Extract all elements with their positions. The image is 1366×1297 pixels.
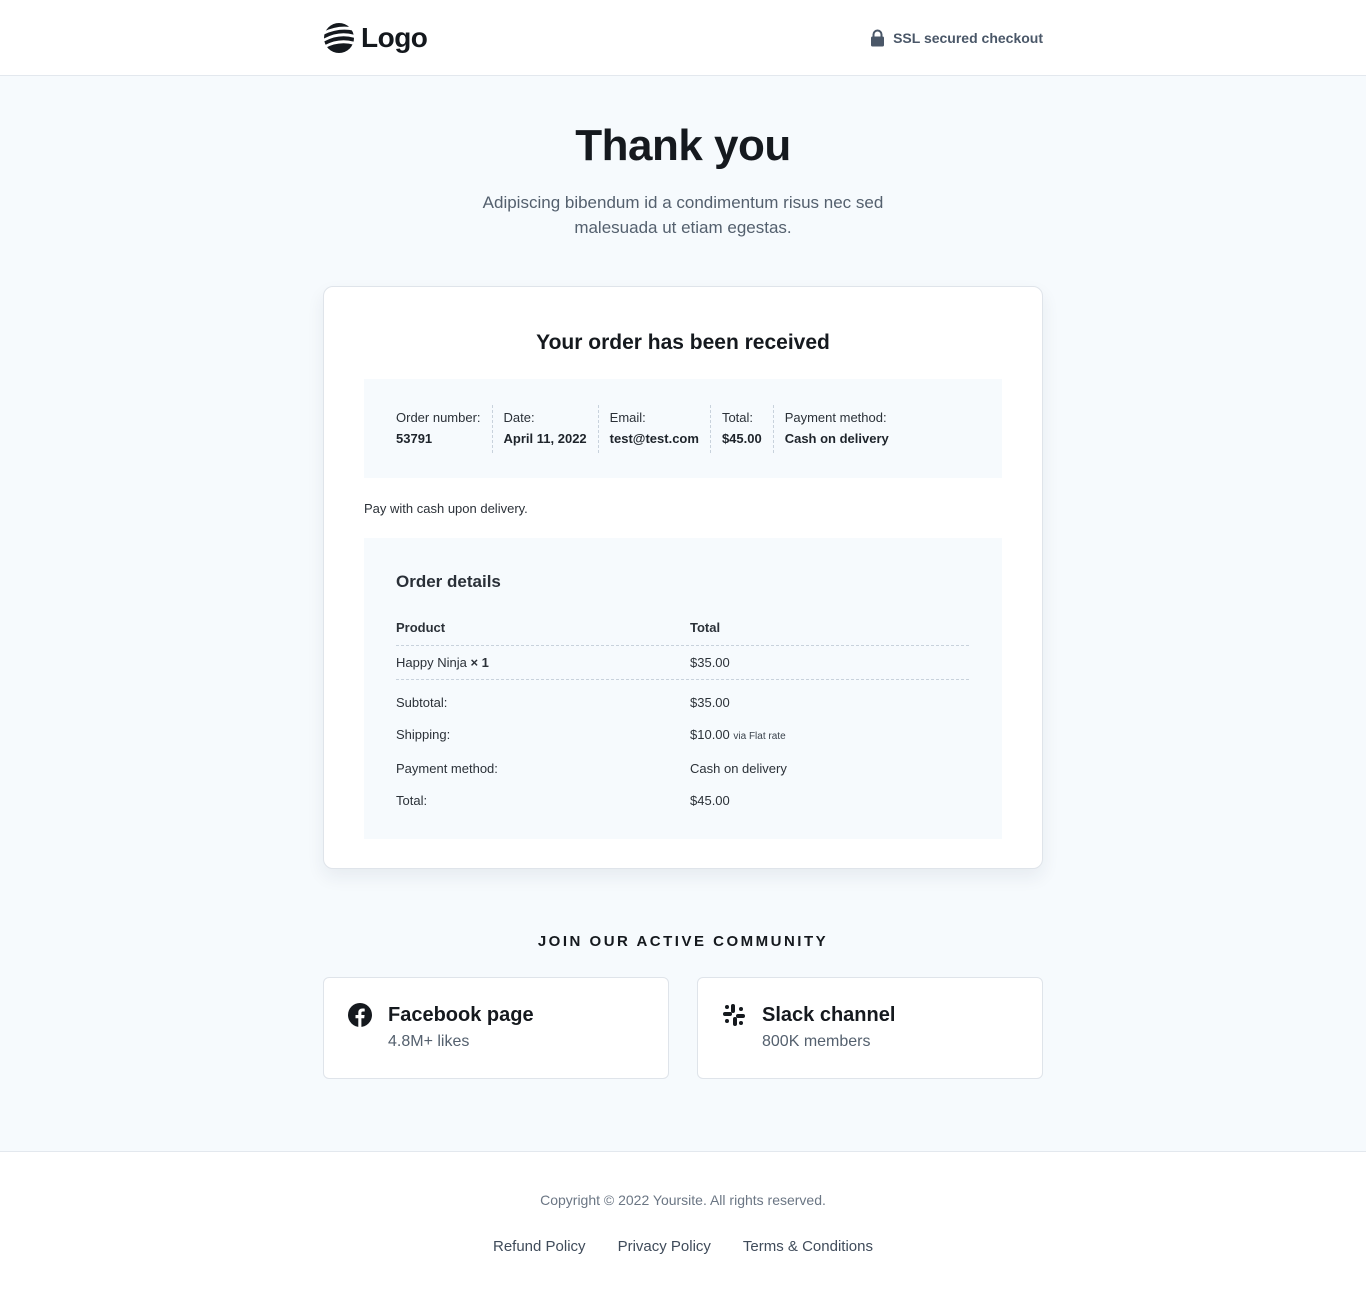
column-header-product: Product — [396, 620, 446, 635]
order-details-heading: Order details — [396, 572, 501, 591]
order-date-cell: Date: April 11, 2022 — [491, 404, 598, 453]
payment-method-row: Payment method: Cash on delivery — [396, 747, 969, 779]
facebook-icon — [348, 1003, 372, 1027]
payment-note: Pay with cash upon delivery. — [364, 501, 528, 516]
page-subtitle: Adipiscing bibendum id a condimentum ris… — [482, 193, 884, 237]
summary-label: Payment method: — [784, 409, 887, 425]
order-details: Order details Product Total Happy Ninja … — [364, 538, 1002, 839]
page-title: Thank you — [575, 121, 791, 170]
order-summary: Order number: 53791 Date: April 11, 2022… — [364, 379, 1002, 478]
payment-method-cell: Payment method: Cash on delivery — [772, 404, 900, 453]
thank-you-hero: Thank you Adipiscing bibendum id a condi… — [0, 76, 1366, 240]
payment-method-label: Payment method: — [396, 761, 498, 776]
logo-mark-icon — [324, 23, 354, 53]
product-cell: Happy Ninja × 1 — [396, 653, 690, 673]
summary-label: Total: — [721, 409, 754, 425]
ssl-text: SSL secured checkout — [893, 30, 1043, 46]
facebook-title: Facebook page — [388, 1004, 534, 1026]
facebook-subtitle: 4.8M+ likes — [388, 1033, 470, 1050]
facebook-text: Facebook page 4.8M+ likes — [388, 1002, 534, 1078]
table-header-row: Product Total — [396, 618, 969, 646]
footer-links: Refund Policy Privacy Policy Terms & Con… — [0, 1237, 1366, 1257]
shipping-value: $10.00 — [690, 727, 730, 742]
total-value: $45.00 — [690, 793, 730, 808]
order-number-value: 53791 — [396, 430, 433, 446]
subtotal-label: Subtotal: — [396, 695, 448, 710]
column-header-total: Total — [690, 620, 721, 635]
shipping-label: Shipping: — [396, 727, 451, 742]
product-name[interactable]: Happy Ninja — [396, 655, 467, 670]
logo-text: Logo — [361, 22, 428, 53]
order-details-table: Product Total Happy Ninja × 1 $35.00 Sub… — [396, 618, 969, 811]
summary-label: Date: — [503, 409, 535, 425]
order-email-cell: Email: test@test.com — [597, 404, 710, 453]
subtotal-row: Subtotal: $35.00 — [396, 680, 969, 713]
slack-subtitle: 800K members — [762, 1033, 871, 1050]
payment-method-detail: Cash on delivery — [690, 761, 787, 776]
payment-method-value: Cash on delivery — [784, 430, 889, 446]
facebook-card[interactable]: Facebook page 4.8M+ likes — [323, 977, 669, 1079]
summary-label: Email: — [609, 409, 646, 425]
site-header: Logo SSL secured checkout — [0, 0, 1366, 76]
slack-text: Slack channel 800K members — [762, 1002, 895, 1078]
privacy-policy-link[interactable]: Privacy Policy — [618, 1237, 711, 1257]
order-received-heading: Your order has been received — [536, 331, 830, 354]
subtotal-value: $35.00 — [690, 695, 730, 710]
order-card: Your order has been received Order numbe… — [323, 286, 1043, 869]
logo[interactable]: Logo — [323, 22, 428, 54]
order-total-cell: Total: $45.00 — [709, 404, 773, 453]
order-number-cell: Order number: 53791 — [396, 405, 492, 453]
shipping-method: via Flat rate — [733, 731, 786, 742]
shipping-value-cell: $10.00 via Flat rate — [690, 725, 969, 747]
slack-icon — [723, 1004, 745, 1026]
summary-label: Order number: — [396, 409, 481, 425]
slack-card[interactable]: Slack channel 800K members — [697, 977, 1043, 1079]
order-date-value: April 11, 2022 — [503, 430, 587, 446]
community-links: Facebook page 4.8M+ likes Slack channel … — [323, 977, 1043, 1079]
site-footer: Copyright © 2022 Yoursite. All rights re… — [0, 1151, 1366, 1297]
lock-icon — [871, 29, 885, 47]
total-row: Total: $45.00 — [396, 779, 969, 811]
shipping-row: Shipping: $10.00 via Flat rate — [396, 713, 969, 747]
table-row: Happy Ninja × 1 $35.00 — [396, 646, 969, 680]
order-email-value: test@test.com — [609, 430, 699, 446]
slack-title: Slack channel — [762, 1004, 896, 1026]
order-total-value: $45.00 — [721, 430, 762, 446]
ssl-badge: SSL secured checkout — [870, 29, 1043, 47]
total-label: Total: — [396, 793, 428, 808]
terms-link[interactable]: Terms & Conditions — [743, 1237, 873, 1257]
community-heading: JOIN OUR ACTIVE COMMUNITY — [537, 933, 829, 950]
copyright-text: Copyright © 2022 Yoursite. All rights re… — [540, 1192, 826, 1208]
product-total: $35.00 — [690, 655, 730, 670]
product-quantity: × 1 — [470, 655, 489, 670]
refund-policy-link[interactable]: Refund Policy — [493, 1237, 586, 1257]
